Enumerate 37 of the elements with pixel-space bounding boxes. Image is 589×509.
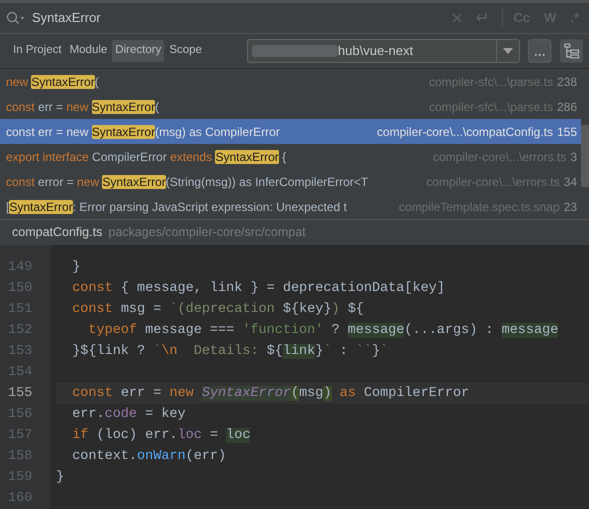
tree-view-button[interactable] bbox=[560, 39, 584, 63]
code-line: err.code = key bbox=[71, 406, 187, 424]
code-line: const msg = `(deprecation ${key}) ${ bbox=[71, 301, 365, 319]
line-number: 286 bbox=[556, 98, 577, 116]
file-name: compatConfig.ts bbox=[12, 224, 102, 242]
scope-tab[interactable]: Module bbox=[66, 40, 110, 62]
scope-tab[interactable]: Scope bbox=[166, 40, 205, 62]
code-line: typeof message === 'function' ? message(...args) : message bbox=[87, 322, 560, 340]
line-number: 238 bbox=[556, 74, 577, 90]
line-number: 34 bbox=[564, 174, 577, 190]
search-field[interactable]: SyntaxError bbox=[32, 6, 440, 30]
line-number: 155 bbox=[556, 124, 577, 140]
result-snippet: new SyntaxError( bbox=[6, 74, 100, 90]
result-snippet: export interface CompilerError extends SyntaxError { bbox=[6, 148, 288, 166]
code-line: if (loc) err.loc = loc bbox=[71, 427, 252, 445]
close-icon[interactable] bbox=[452, 13, 462, 23]
scope-tab[interactable]: In Project bbox=[10, 40, 65, 62]
file-path: packages/compiler-core/src/compat bbox=[108, 224, 306, 242]
search-icon[interactable] bbox=[6, 11, 26, 25]
file-location: compiler-core\...\compatConfig.ts bbox=[376, 124, 553, 140]
code-line: }${link ? `\n Details: ${link}` : ``}` bbox=[71, 343, 390, 361]
result-row[interactable]: const err = new SyntaxError(msg) as CompilerError compiler-core\...\compatConfig.ts 155 bbox=[0, 119, 581, 144]
directory-field[interactable]: hub\vue-next bbox=[246, 39, 520, 63]
newline-icon[interactable] bbox=[474, 12, 488, 24]
code-line: } bbox=[71, 259, 82, 277]
result-snippet: const err = new SyntaxError( bbox=[6, 98, 160, 116]
line-number: 23 bbox=[564, 198, 577, 216]
more-button[interactable] bbox=[528, 39, 552, 63]
result-snippet: const err = new SyntaxError(msg) as CompilerError bbox=[6, 124, 281, 140]
line-number: 155 bbox=[8, 385, 34, 403]
line-number: 3 bbox=[570, 148, 577, 166]
code-line: } bbox=[56, 469, 66, 487]
code-line: context.onWarn(err) bbox=[71, 448, 228, 466]
scrollbar[interactable] bbox=[581, 125, 589, 187]
code-line: const { message, link } = deprecationData[key] bbox=[71, 280, 446, 298]
scope-tab[interactable]: Directory bbox=[112, 40, 164, 62]
result-snippet: const error = new SyntaxError(String(msg)) as InferCompilerError<T bbox=[6, 174, 370, 190]
